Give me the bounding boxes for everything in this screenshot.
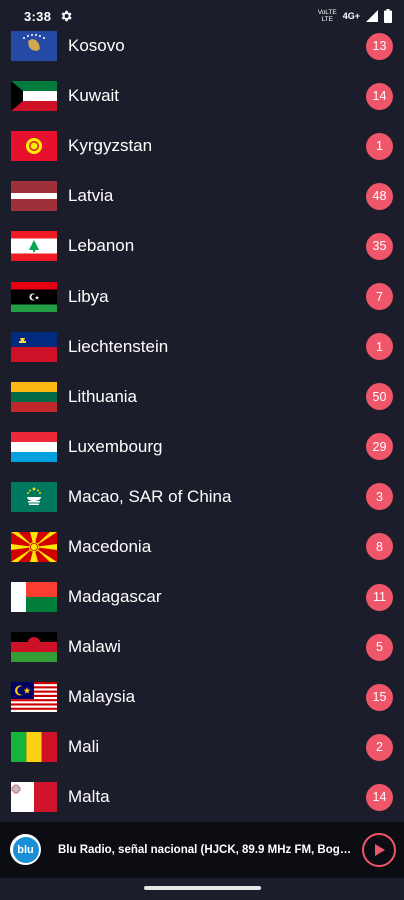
- station-count-badge: 1: [366, 132, 393, 160]
- list-item[interactable]: Kosovo 13: [0, 21, 404, 71]
- list-item[interactable]: Libya 7: [0, 271, 404, 321]
- country-name: Latvia: [68, 186, 114, 206]
- country-name: Luxembourg: [68, 436, 163, 456]
- malta-flag-icon: [11, 782, 57, 813]
- country-name: Macedonia: [68, 536, 152, 556]
- country-name: Malaysia: [68, 687, 136, 707]
- luxembourg-flag-icon: [11, 431, 57, 462]
- station-count-badge: 13: [366, 32, 393, 60]
- country-name: Lebanon: [68, 236, 135, 256]
- country-name: Lithuania: [68, 386, 138, 406]
- list-item[interactable]: Macao, SAR of China 3: [0, 472, 404, 522]
- station-count-badge: 35: [366, 232, 393, 260]
- station-count-badge: 50: [366, 383, 393, 411]
- play-button[interactable]: [362, 833, 396, 867]
- kyrgyzstan-flag-icon: [11, 131, 57, 162]
- mali-flag-icon: [11, 732, 57, 763]
- list-item[interactable]: Malawi 5: [0, 622, 404, 672]
- list-item[interactable]: Liechtenstein 1: [0, 322, 404, 372]
- list-item[interactable]: Mali 2: [0, 722, 404, 772]
- station-title[interactable]: Blu Radio, señal nacional (HJCK, 89.9 MH…: [58, 844, 356, 856]
- list-item[interactable]: Madagascar 11: [0, 572, 404, 622]
- kosovo-flag-icon: [11, 31, 57, 62]
- kuwait-flag-icon: [11, 81, 57, 112]
- country-name: Madagascar: [68, 587, 162, 607]
- station-count-badge: 29: [366, 433, 393, 461]
- station-count-badge: 14: [366, 783, 393, 811]
- country-list: Kosovo 13 Kuwait 14 Kyrgyzstan 1 Latvia …: [0, 21, 404, 823]
- country-name: Libya: [68, 286, 109, 306]
- home-gesture-handle[interactable]: [144, 886, 261, 890]
- country-name: Malta: [68, 787, 110, 807]
- libya-flag-icon: [11, 281, 57, 312]
- station-count-badge: 48: [366, 182, 393, 210]
- country-name: Liechtenstein: [68, 336, 169, 356]
- station-logo: blu: [10, 834, 41, 865]
- madagascar-flag-icon: [11, 582, 57, 613]
- list-item[interactable]: Kuwait 14: [0, 71, 404, 121]
- malawi-flag-icon: [11, 632, 57, 663]
- list-item[interactable]: Kyrgyzstan 1: [0, 121, 404, 171]
- station-count-badge: 5: [366, 633, 393, 661]
- station-count-badge: 7: [366, 283, 393, 311]
- list-item[interactable]: Malaysia 15: [0, 672, 404, 722]
- station-count-badge: 3: [366, 483, 393, 511]
- list-item[interactable]: Lithuania 50: [0, 372, 404, 422]
- lebanon-flag-icon: [11, 231, 57, 262]
- country-name: Kuwait: [68, 86, 120, 106]
- lithuania-flag-icon: [11, 381, 57, 412]
- mini-player[interactable]: blu Blu Radio, señal nacional (HJCK, 89.…: [0, 822, 404, 878]
- list-item[interactable]: Luxembourg 29: [0, 422, 404, 472]
- station-count-badge: 15: [366, 683, 393, 711]
- country-name: Kosovo: [68, 36, 125, 56]
- play-icon: [375, 844, 385, 856]
- list-item[interactable]: Malta 14: [0, 772, 404, 822]
- country-name: Kyrgyzstan: [68, 136, 153, 156]
- station-count-badge: 2: [366, 733, 393, 761]
- country-name: Malawi: [68, 637, 121, 657]
- country-name: Macao, SAR of China: [68, 486, 232, 506]
- liechtenstein-flag-icon: [11, 331, 57, 362]
- list-item[interactable]: Latvia 48: [0, 171, 404, 221]
- list-item[interactable]: Lebanon 35: [0, 221, 404, 271]
- latvia-flag-icon: [11, 181, 57, 212]
- country-name: Mali: [68, 737, 100, 757]
- volte-label: VoLTE: [317, 9, 337, 16]
- macedonia-flag-icon: [11, 531, 57, 562]
- list-item[interactable]: Macedonia 8: [0, 522, 404, 572]
- station-count-badge: 14: [366, 82, 393, 110]
- station-count-badge: 1: [366, 333, 393, 361]
- macao-flag-icon: [11, 481, 57, 512]
- station-count-badge: 11: [366, 583, 393, 611]
- station-logo-text: blu: [12, 836, 39, 863]
- malaysia-flag-icon: [11, 682, 57, 713]
- station-count-badge: 8: [366, 533, 393, 561]
- network-type: 4G+: [342, 11, 360, 21]
- navigation-bar: [0, 878, 404, 900]
